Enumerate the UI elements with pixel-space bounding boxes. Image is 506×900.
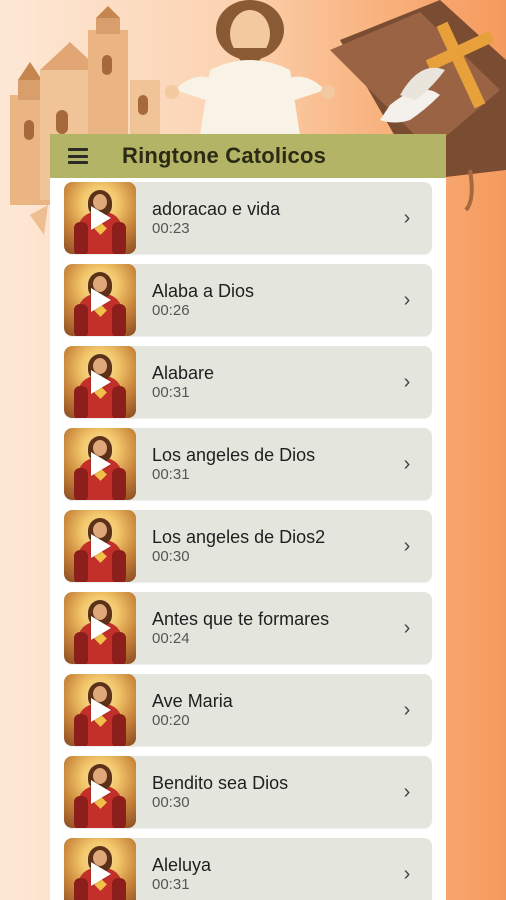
ringtone-info: adoracao e vida 00:23 <box>152 198 392 238</box>
ringtone-info: Los angeles de Dios 00:31 <box>152 444 392 484</box>
ringtone-name: Bendito sea Dios <box>152 773 289 793</box>
ringtone-item[interactable]: Alaba a Dios 00:26 › <box>64 264 432 336</box>
ringtone-item[interactable]: Bendito sea Dios 00:30 › <box>64 756 432 828</box>
ringtone-info: Alabare 00:31 <box>152 362 392 402</box>
ringtone-name: Antes que te formares <box>152 609 330 629</box>
play-icon[interactable] <box>91 616 111 640</box>
ringtone-info: Bendito sea Dios 00:30 <box>152 772 392 812</box>
ringtone-duration: 00:31 <box>152 876 190 893</box>
ringtone-name: Los angeles de Dios2 <box>152 527 326 547</box>
chevron-right-icon[interactable]: › <box>392 535 422 558</box>
ringtone-list-panel: Ringtone Catolicos adoracao e vida 00:23… <box>50 134 446 900</box>
ringtone-item[interactable]: Aleluya 00:31 › <box>64 838 432 900</box>
chevron-right-icon[interactable]: › <box>392 699 422 722</box>
ringtone-list: adoracao e vida 00:23 › Alaba a Dios 00:… <box>50 178 446 900</box>
chevron-right-icon[interactable]: › <box>392 371 422 394</box>
sacred-heart-thumbnail[interactable] <box>64 592 136 664</box>
ringtone-duration: 00:30 <box>152 794 190 811</box>
chevron-right-icon[interactable]: › <box>392 781 422 804</box>
saint-illustration <box>165 0 335 135</box>
ringtone-item[interactable]: adoracao e vida 00:23 › <box>64 182 432 254</box>
ringtone-duration: 00:26 <box>152 302 190 319</box>
sacred-heart-thumbnail[interactable] <box>64 428 136 500</box>
ringtone-name: Aleluya <box>152 855 212 875</box>
ringtone-info: Aleluya 00:31 <box>152 854 392 894</box>
ringtone-name: adoracao e vida <box>152 199 281 219</box>
ringtone-item[interactable]: Los angeles de Dios2 00:30 › <box>64 510 432 582</box>
play-icon[interactable] <box>91 370 111 394</box>
play-icon[interactable] <box>91 698 111 722</box>
sacred-heart-thumbnail[interactable] <box>64 182 136 254</box>
play-icon[interactable] <box>91 862 111 886</box>
sacred-heart-thumbnail[interactable] <box>64 510 136 582</box>
ringtone-info: Ave Maria 00:20 <box>152 690 392 730</box>
ringtone-item[interactable]: Ave Maria 00:20 › <box>64 674 432 746</box>
app-bar: Ringtone Catolicos <box>50 134 446 178</box>
sacred-heart-thumbnail[interactable] <box>64 674 136 746</box>
play-icon[interactable] <box>91 780 111 804</box>
ringtone-name: Ave Maria <box>152 691 233 711</box>
ringtone-duration: 00:31 <box>152 466 190 483</box>
chevron-right-icon[interactable]: › <box>392 617 422 640</box>
hamburger-menu-icon[interactable] <box>68 148 88 164</box>
chevron-right-icon[interactable]: › <box>392 863 422 886</box>
ringtone-duration: 00:24 <box>152 630 190 647</box>
ringtone-item[interactable]: Los angeles de Dios 00:31 › <box>64 428 432 500</box>
ringtone-info: Antes que te formares 00:24 <box>152 608 392 648</box>
chevron-right-icon[interactable]: › <box>392 289 422 312</box>
sacred-heart-thumbnail[interactable] <box>64 346 136 418</box>
ringtone-info: Los angeles de Dios2 00:30 <box>152 526 392 566</box>
ringtone-duration: 00:30 <box>152 548 190 565</box>
ringtone-name: Alabare <box>152 363 215 383</box>
ringtone-info: Alaba a Dios 00:26 <box>152 280 392 320</box>
ringtone-item[interactable]: Antes que te formares 00:24 › <box>64 592 432 664</box>
play-icon[interactable] <box>91 288 111 312</box>
sacred-heart-thumbnail[interactable] <box>64 838 136 900</box>
play-icon[interactable] <box>91 452 111 476</box>
ringtone-name: Los angeles de Dios <box>152 445 316 465</box>
app-title: Ringtone Catolicos <box>122 143 327 168</box>
ringtone-duration: 00:23 <box>152 220 190 237</box>
ringtone-item[interactable]: Alabare 00:31 › <box>64 346 432 418</box>
play-icon[interactable] <box>91 206 111 230</box>
ringtone-duration: 00:31 <box>152 384 190 401</box>
ringtone-duration: 00:20 <box>152 712 190 729</box>
ringtone-name: Alaba a Dios <box>152 281 255 301</box>
sacred-heart-thumbnail[interactable] <box>64 264 136 336</box>
chevron-right-icon[interactable]: › <box>392 453 422 476</box>
play-icon[interactable] <box>91 534 111 558</box>
chevron-right-icon[interactable]: › <box>392 207 422 230</box>
sacred-heart-thumbnail[interactable] <box>64 756 136 828</box>
